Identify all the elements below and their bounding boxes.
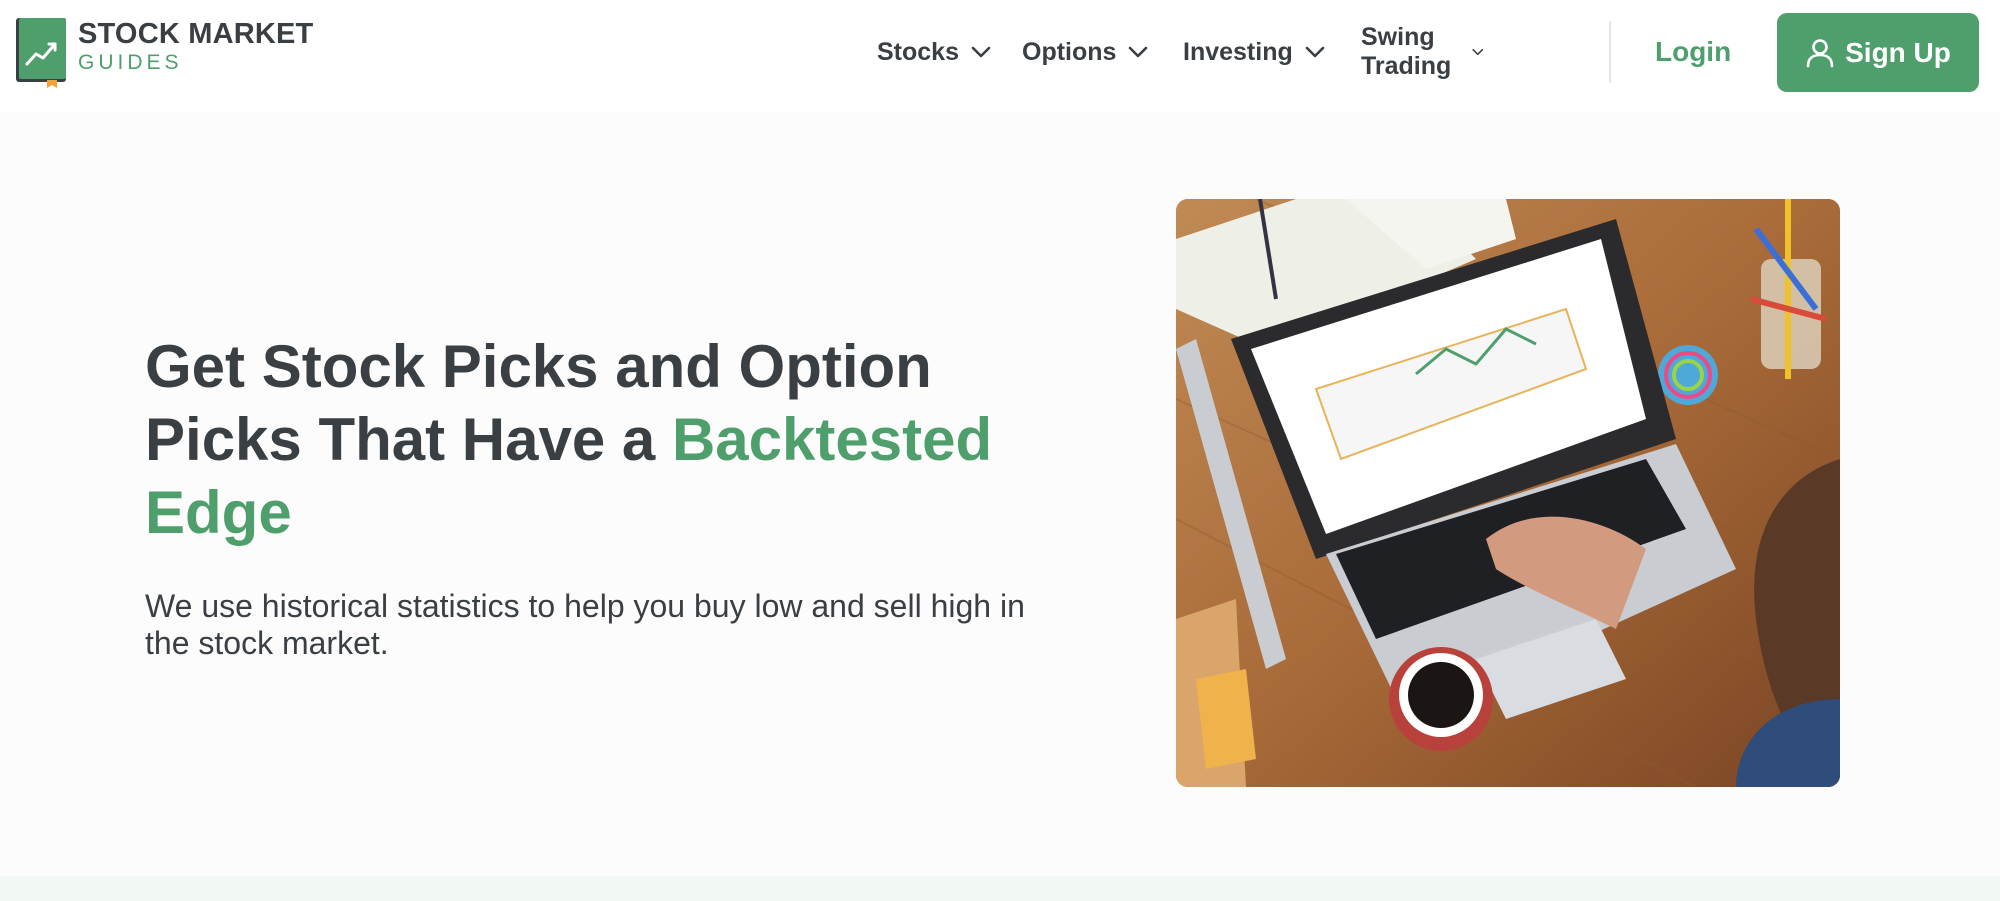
logo-subtitle: GUIDES bbox=[78, 51, 183, 74]
nav-item-swing-trading[interactable]: Swing Trading bbox=[1361, 23, 1483, 80]
hero-title: Get Stock Picks and Option Picks That Ha… bbox=[145, 330, 1045, 549]
chart-book-logo-icon bbox=[14, 16, 68, 88]
hero-subtitle: We use historical statistics to help you… bbox=[145, 588, 1025, 661]
nav-divider bbox=[1609, 21, 1611, 83]
nav-item-label: Options bbox=[1022, 37, 1117, 66]
chevron-down-icon bbox=[1305, 46, 1325, 58]
chevron-down-icon bbox=[1129, 46, 1148, 58]
logo-title: STOCK MARKET bbox=[78, 18, 314, 50]
site-header: STOCK MARKET GUIDES Stocks Options Inves… bbox=[0, 0, 2000, 112]
logo-text: STOCK MARKET GUIDES bbox=[78, 18, 314, 74]
user-icon bbox=[1806, 38, 1834, 67]
nav-item-label: Swing Trading bbox=[1361, 23, 1452, 80]
chevron-down-icon bbox=[971, 46, 991, 58]
nav-item-stocks[interactable]: Stocks bbox=[877, 30, 991, 74]
site-logo[interactable]: STOCK MARKET GUIDES bbox=[14, 16, 313, 88]
nav-item-investing[interactable]: Investing bbox=[1183, 30, 1325, 74]
sign-up-button[interactable]: Sign Up bbox=[1777, 13, 1979, 92]
section-band bbox=[0, 876, 2000, 901]
nav-item-options[interactable]: Options bbox=[1022, 30, 1148, 74]
sign-up-label: Sign Up bbox=[1845, 36, 1951, 68]
nav-item-label: Investing bbox=[1183, 37, 1293, 66]
nav-item-label: Stocks bbox=[877, 37, 959, 66]
login-link[interactable]: Login bbox=[1655, 30, 1731, 74]
chevron-down-icon bbox=[1472, 48, 1483, 56]
laptop-on-desk-photo bbox=[1176, 199, 1840, 787]
